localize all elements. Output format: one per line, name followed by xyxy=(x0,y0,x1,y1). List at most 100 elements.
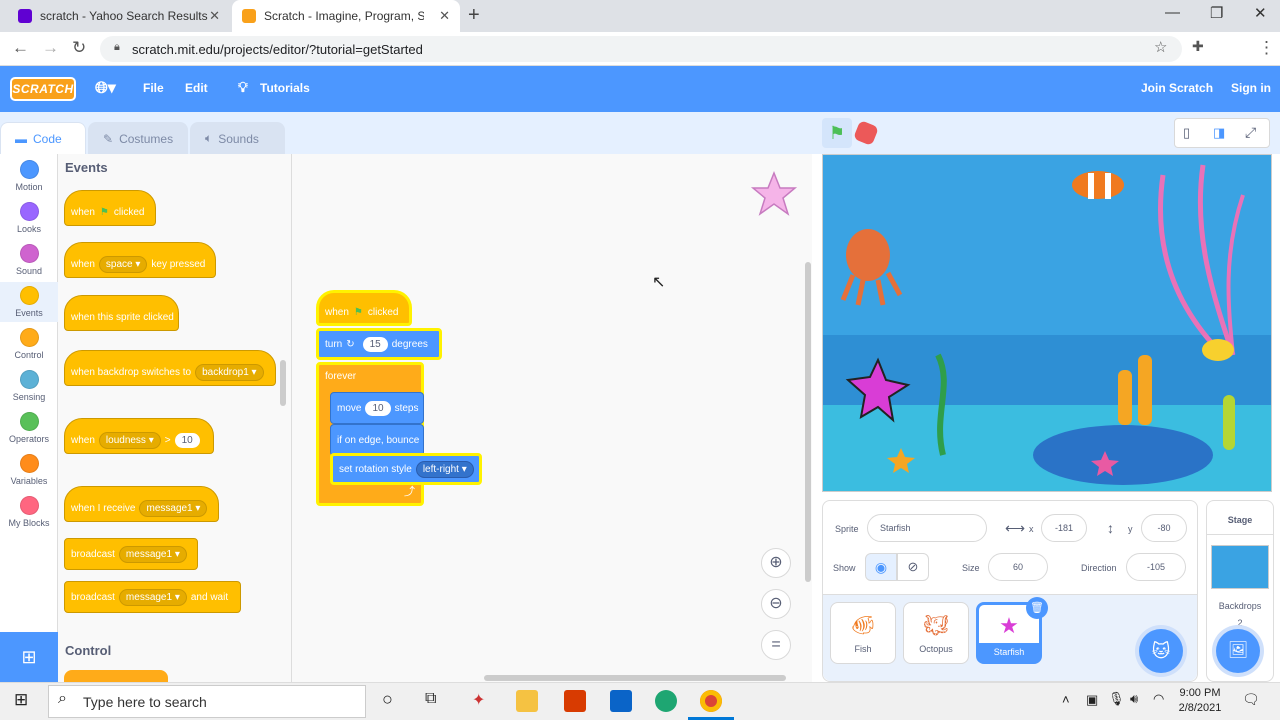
script-rotation-style-block[interactable]: set rotation style left-right ▾ xyxy=(330,453,482,485)
hide-eye-slash-icon[interactable]: ⊘ xyxy=(897,553,929,581)
block-when-sprite-clicked[interactable]: when this sprite clicked xyxy=(64,295,179,331)
notification-icon[interactable]: 🗨︎ xyxy=(1242,691,1260,708)
file-menu[interactable]: File xyxy=(143,81,164,95)
fullscreen-icon[interactable]: ⤢ xyxy=(1245,124,1256,141)
reload-icon[interactable]: ↻ xyxy=(72,38,86,58)
script-workspace[interactable]: when ⚑ clicked turn ↻ 15 degrees forever ⤴ mo… xyxy=(292,154,812,682)
taskbar-clock[interactable]: 9:00 PM 2/8/2021 xyxy=(1174,686,1226,716)
zoom-in-button[interactable]: ⊕ xyxy=(761,548,791,578)
script-when-flag-clicked[interactable]: when ⚑ clicked xyxy=(316,290,412,326)
script-bounce-block[interactable]: if on edge, bounce xyxy=(330,424,424,456)
tray-chevron-icon[interactable]: ˄ xyxy=(1062,692,1070,707)
key-dropdown[interactable]: space ▾ xyxy=(98,255,148,273)
direction-input[interactable]: -105 xyxy=(1126,553,1186,581)
file-explorer-icon[interactable] xyxy=(516,690,538,712)
app-star-icon[interactable]: ✦ xyxy=(472,690,485,710)
maximize-icon[interactable]: ❐ xyxy=(1210,4,1223,22)
forward-icon[interactable]: → xyxy=(42,38,59,58)
move-steps-input[interactable]: 10 xyxy=(365,400,391,416)
sprite-thumb-octopus[interactable]: 🐙︎ Octopus xyxy=(903,602,969,664)
close-tab-icon[interactable]: ✕ xyxy=(209,8,220,24)
tab-costumes[interactable]: ✎ Costumes xyxy=(88,122,188,154)
category-my-blocks[interactable]: My Blocks xyxy=(0,496,58,536)
stop-button[interactable] xyxy=(852,119,880,147)
sprite-thumb-fish[interactable]: 🐠︎ Fish xyxy=(830,602,896,664)
sprite-name-input[interactable]: Starfish xyxy=(867,514,987,542)
workspace-vscrollbar[interactable] xyxy=(805,262,811,582)
palette-scrollbar[interactable] xyxy=(280,360,286,406)
loudness-value[interactable]: 10 xyxy=(174,432,200,448)
scratch-logo[interactable]: SCRATCH xyxy=(10,77,76,101)
script-stack[interactable]: when ⚑ clicked turn ↻ 15 degrees forever ⤴ mo… xyxy=(316,290,486,510)
task-view-icon[interactable]: ⧉ xyxy=(425,690,436,708)
chrome-browser-icon[interactable] xyxy=(700,690,722,712)
large-stage-icon[interactable]: ◨ xyxy=(1213,125,1225,141)
green-flag-button[interactable]: ⚑ xyxy=(822,118,852,148)
category-operators[interactable]: Operators xyxy=(0,412,58,452)
rotation-style-dropdown[interactable]: left-right ▾ xyxy=(415,460,474,478)
control-block-partial[interactable] xyxy=(64,670,168,682)
sign-in-link[interactable]: Sign in xyxy=(1231,81,1271,95)
category-sensing[interactable]: Sensing xyxy=(0,370,58,410)
category-looks[interactable]: Looks xyxy=(0,202,58,242)
browser-tab-yahoo[interactable]: scratch - Yahoo Search Results ✕ xyxy=(8,0,230,32)
block-when-key-pressed[interactable]: when space ▾ key pressed xyxy=(64,242,216,278)
zoom-out-button[interactable]: ⊖ xyxy=(761,589,791,619)
edit-menu[interactable]: Edit xyxy=(185,81,208,95)
block-when-backdrop-switches[interactable]: when backdrop switches to backdrop1 ▾ xyxy=(64,350,276,386)
show-visible-eye-icon[interactable]: ◉ xyxy=(865,553,897,581)
windows-start-icon[interactable]: ⊞ xyxy=(14,690,28,710)
message-dropdown[interactable]: message1 ▾ xyxy=(139,499,208,517)
volume-icon[interactable]: 🔊︎ xyxy=(1130,691,1138,707)
tab-sounds[interactable]: 🔈︎ Sounds xyxy=(190,122,285,154)
sensor-dropdown[interactable]: loudness ▾ xyxy=(98,431,161,449)
add-backdrop-icon[interactable]: 🖼︎ xyxy=(1216,629,1260,673)
stage-canvas[interactable] xyxy=(822,154,1272,492)
wifi-icon[interactable]: ◠ xyxy=(1153,691,1164,707)
language-globe-icon[interactable]: 🌐︎▾ xyxy=(95,78,116,98)
x-position-input[interactable]: -181 xyxy=(1041,514,1087,542)
add-sprite-cat-icon[interactable]: 🐱︎ xyxy=(1139,629,1183,673)
microphone-icon[interactable]: 🎙︎ xyxy=(1108,691,1125,707)
category-sound[interactable]: Sound xyxy=(0,244,58,284)
small-stage-icon[interactable]: ▯ xyxy=(1183,125,1190,141)
edge-browser-icon[interactable] xyxy=(655,690,677,712)
cortana-circle-icon[interactable]: ○ xyxy=(382,689,393,710)
workspace-hscrollbar[interactable] xyxy=(484,675,786,681)
y-position-input[interactable]: -80 xyxy=(1141,514,1187,542)
tutorials-menu[interactable]: Tutorials xyxy=(260,81,310,95)
delete-sprite-trash-icon[interactable]: 🗑︎ xyxy=(1026,597,1048,619)
add-extension-button[interactable]: ⊞ xyxy=(0,632,58,682)
block-when-loudness[interactable]: when loudness ▾ >10 xyxy=(64,418,214,454)
bookmark-star-icon[interactable]: ☆ xyxy=(1154,38,1167,56)
script-turn-block[interactable]: turn ↻ 15 degrees xyxy=(316,328,442,360)
message-dropdown[interactable]: message1 ▾ xyxy=(118,588,187,606)
browser-tab-scratch[interactable]: Scratch - Imagine, Program, Shar ✕ xyxy=(232,0,460,32)
office-icon[interactable] xyxy=(564,690,586,712)
join-scratch-link[interactable]: Join Scratch xyxy=(1141,81,1213,95)
close-tab-icon[interactable]: ✕ xyxy=(439,8,450,24)
minimize-icon[interactable]: — xyxy=(1165,4,1180,21)
browser-menu-icon[interactable]: ⋮ xyxy=(1258,38,1275,58)
block-when-i-receive[interactable]: when I receive message1 ▾ xyxy=(64,486,219,522)
size-input[interactable]: 60 xyxy=(988,553,1048,581)
block-when-flag-clicked[interactable]: when ⚑ clicked xyxy=(64,190,156,226)
category-motion[interactable]: Motion xyxy=(0,160,58,200)
block-broadcast[interactable]: broadcast message1 ▾ xyxy=(64,538,198,570)
taskbar-search-box[interactable]: Type here to search xyxy=(48,685,366,718)
window-close-icon[interactable]: ✕ xyxy=(1254,4,1267,22)
mail-icon[interactable] xyxy=(610,690,632,712)
message-dropdown[interactable]: message1 ▾ xyxy=(118,545,187,563)
zoom-reset-button[interactable]: = xyxy=(761,630,791,660)
url-field[interactable]: scratch.mit.edu/projects/editor/?tutoria… xyxy=(100,36,1182,62)
tab-code[interactable]: ▬ Code xyxy=(0,122,86,154)
script-move-block[interactable]: move 10 steps xyxy=(330,392,424,424)
tray-device-icon[interactable]: ▣ xyxy=(1086,692,1098,708)
block-broadcast-and-wait[interactable]: broadcast message1 ▾ and wait xyxy=(64,581,241,613)
category-events[interactable]: Events xyxy=(0,282,58,322)
back-icon[interactable]: ← xyxy=(12,38,29,58)
extensions-icon[interactable]: ✚ xyxy=(1192,38,1204,55)
turn-degrees-input[interactable]: 15 xyxy=(362,336,388,352)
category-control[interactable]: Control xyxy=(0,328,58,368)
category-variables[interactable]: Variables xyxy=(0,454,58,494)
